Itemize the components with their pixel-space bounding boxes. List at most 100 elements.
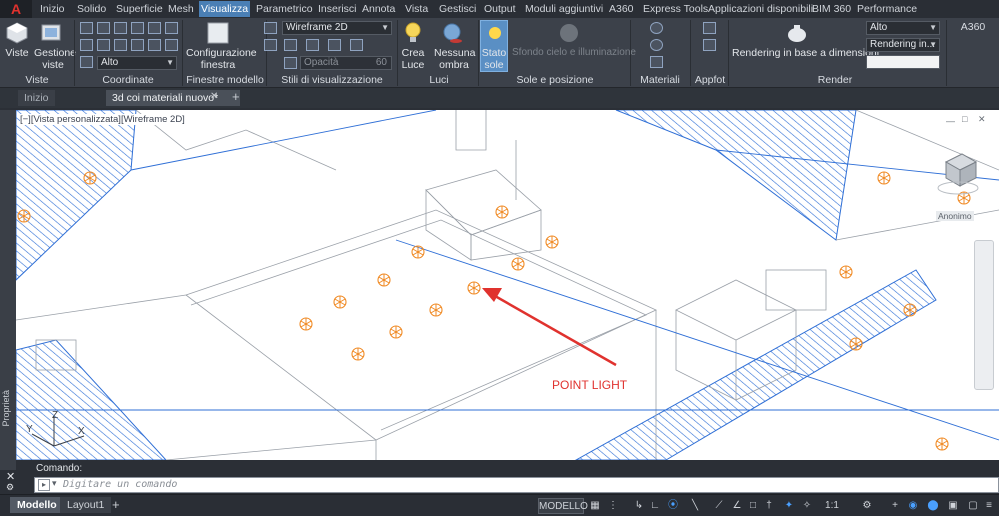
ucs-origin-icon[interactable] xyxy=(165,22,178,34)
ucs-world-icon[interactable] xyxy=(97,22,110,34)
stili-tool-4-icon[interactable] xyxy=(350,39,363,51)
new-tab-icon[interactable]: + xyxy=(232,89,240,104)
layout-tab-layout1[interactable]: Layout1 xyxy=(60,497,112,513)
point-light-icon[interactable] xyxy=(82,170,98,186)
rendering-dimensioni-button[interactable]: Rendering in base a dimensioni xyxy=(732,47,879,59)
customize-menu-icon[interactable]: ≡ xyxy=(982,498,996,514)
stato-sole-button[interactable]: Stato sole xyxy=(480,20,508,72)
point-light-icon[interactable] xyxy=(838,264,854,280)
doc-tab-active[interactable]: 3d coi materiali nuovo* xyxy=(106,90,241,106)
ucs-object-icon[interactable] xyxy=(97,39,110,51)
model-viewport[interactable]: POINT LIGHT [−][Vista personalizzata][Wi… xyxy=(16,110,999,460)
crea-luce-button[interactable]: Crea Luce xyxy=(399,47,427,71)
render-target-combo[interactable]: Rendering in... ▼ xyxy=(866,38,940,52)
ucs-view-icon[interactable] xyxy=(80,39,93,51)
material-browser-icon[interactable] xyxy=(650,22,663,34)
point-light-icon[interactable] xyxy=(494,204,510,220)
tab-superficie[interactable]: Superficie xyxy=(114,1,165,17)
tab-vista[interactable]: Vista xyxy=(403,1,430,17)
lineweight-icon[interactable]: † xyxy=(762,498,776,514)
drawing-canvas[interactable] xyxy=(16,110,999,460)
point-light-icon[interactable] xyxy=(428,302,444,318)
viewcube-icon[interactable] xyxy=(936,150,980,210)
clean-screen-icon[interactable]: ▣ xyxy=(946,498,960,514)
tab-bim-360[interactable]: BIM 360 xyxy=(810,1,853,17)
annotation-visibility-icon[interactable]: ✦ xyxy=(782,498,796,514)
point-light-icon[interactable] xyxy=(332,294,348,310)
isodraft-icon[interactable]: ⟋ xyxy=(712,498,726,514)
tab-applicazioni-disponibili[interactable]: Applicazioni disponibili xyxy=(706,1,815,17)
app-logo[interactable]: A xyxy=(0,0,32,18)
nessuna-ombra-button[interactable]: Nessuna ombra xyxy=(434,47,475,71)
material-sphere-icon[interactable] xyxy=(650,39,663,51)
workspace-gear-icon[interactable]: ⚙ xyxy=(860,498,874,514)
point-light-icon[interactable] xyxy=(902,302,918,318)
point-light-icon[interactable] xyxy=(466,280,482,296)
customize-command-icon[interactable]: ⚙ xyxy=(6,482,14,493)
fullscreen-icon[interactable]: ▢ xyxy=(966,498,980,514)
tab-output[interactable]: Output xyxy=(482,1,518,17)
a360-panel-title[interactable]: A360 xyxy=(952,21,994,33)
close-viewport-icon[interactable]: ✕ xyxy=(978,114,986,125)
navigation-bar[interactable] xyxy=(974,240,994,390)
point-light-icon[interactable] xyxy=(410,244,426,260)
point-light-icon[interactable] xyxy=(388,324,404,340)
tab-solido[interactable]: Solido xyxy=(75,1,108,17)
sfondo-cielo-button[interactable]: Sfondo cielo e illuminazione xyxy=(512,47,636,59)
infer-constraints-icon[interactable]: ↳ xyxy=(632,498,646,514)
point-light-icon[interactable] xyxy=(350,346,366,362)
ucs-zaxis-icon[interactable] xyxy=(148,39,161,51)
ucs-x-icon[interactable] xyxy=(114,22,127,34)
point-light-icon[interactable] xyxy=(298,316,314,332)
viste-button[interactable]: Viste xyxy=(4,47,30,59)
ucs-named-icon[interactable] xyxy=(80,56,93,68)
coordinate-combo[interactable]: Alto ▼ xyxy=(97,56,177,70)
minimize-icon[interactable]: — xyxy=(946,116,955,126)
osnap-tracking-icon[interactable]: ∠ xyxy=(730,498,744,514)
add-layout-icon[interactable]: + xyxy=(112,497,120,512)
point-light-icon[interactable] xyxy=(544,234,560,250)
point-light-icon[interactable] xyxy=(510,256,526,272)
tab-mesh[interactable]: Mesh xyxy=(166,1,196,17)
viewcube-label[interactable]: Anonimo xyxy=(936,211,974,221)
ortho-icon[interactable]: ⦿ xyxy=(666,498,680,514)
polar-tracking-icon[interactable]: ╲ xyxy=(688,498,702,514)
annotation-scale[interactable]: 1:1 xyxy=(820,498,844,514)
tab-inizio[interactable]: Inizio xyxy=(38,1,67,17)
model-space-button[interactable]: MODELLO xyxy=(538,498,588,514)
visual-style-icon[interactable] xyxy=(264,22,277,34)
isolate-objects-icon[interactable]: ◉ xyxy=(906,498,920,514)
material-mapping-icon[interactable] xyxy=(650,56,663,68)
render-quality-combo[interactable]: Alto ▼ xyxy=(866,21,940,35)
point-light-icon[interactable] xyxy=(848,336,864,352)
tab-visualizza[interactable]: Visualizza xyxy=(199,1,251,17)
restore-icon[interactable]: □ xyxy=(962,114,967,124)
visual-style-combo[interactable]: Wireframe 2D ▼ xyxy=(282,21,392,35)
visual-style-grid-icon[interactable] xyxy=(264,39,277,51)
auto-scale-icon[interactable]: ✧ xyxy=(800,498,814,514)
tab-moduli-aggiuntivi[interactable]: Moduli aggiuntivi xyxy=(523,1,605,17)
viewport-controls-label[interactable]: [−][Vista personalizzata][Wireframe 2D] xyxy=(20,114,185,125)
render-env-field[interactable] xyxy=(866,55,940,69)
tab-annota[interactable]: Annota xyxy=(360,1,397,17)
doc-tab-inizio[interactable]: Inizio xyxy=(18,90,55,106)
command-input[interactable]: Digitare un comando xyxy=(63,478,177,492)
tab-inserisci[interactable]: Inserisci xyxy=(316,1,359,17)
add-icon[interactable]: + xyxy=(888,498,902,514)
grid-icon[interactable]: ▦ xyxy=(588,498,602,514)
layout-tab-modello[interactable]: Modello xyxy=(10,497,64,513)
properties-palette[interactable]: Proprietà xyxy=(0,110,16,470)
tab-a360[interactable]: A360 xyxy=(607,1,636,17)
ucs-face-icon[interactable] xyxy=(114,39,127,51)
dynamic-input-icon[interactable]: ∟ xyxy=(648,498,662,514)
command-prompt-icon[interactable]: ▸ xyxy=(38,479,50,491)
osnap-icon[interactable]: □ xyxy=(746,498,760,514)
command-dropdown-icon[interactable]: ▾ xyxy=(52,478,57,489)
ucs-icon[interactable] xyxy=(80,22,93,34)
stili-tool-2-icon[interactable] xyxy=(306,39,319,51)
close-tab-icon[interactable]: ✕ xyxy=(210,91,218,102)
configurazione-finestra-button[interactable]: Configurazione finestra xyxy=(186,47,257,71)
point-light-icon[interactable] xyxy=(934,436,950,452)
point-light-icon[interactable] xyxy=(876,170,892,186)
ucs-y-icon[interactable] xyxy=(131,22,144,34)
